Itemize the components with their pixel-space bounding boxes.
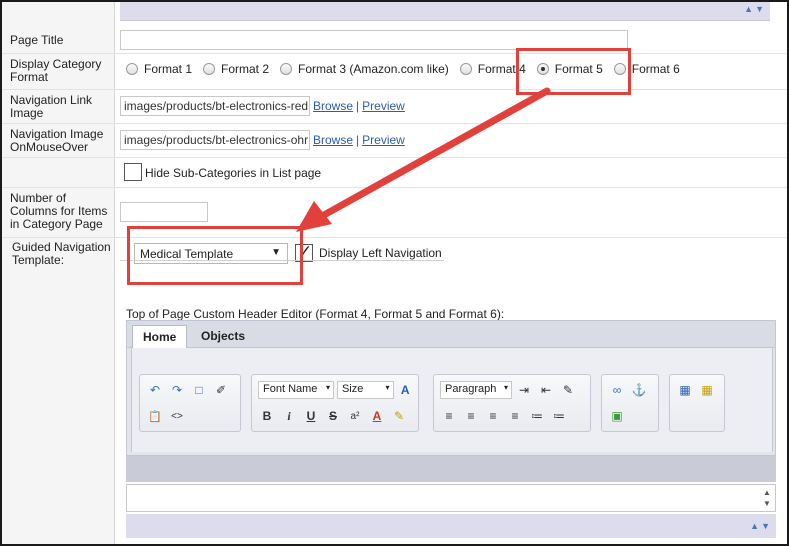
anchor-icon[interactable]: ⚓	[630, 381, 648, 399]
clipboard-group: ↶ ↷ □ ✐ 📋 <>	[139, 374, 241, 432]
indent-icon[interactable]: ⇥	[515, 381, 533, 399]
select-all-icon[interactable]: □	[190, 381, 208, 399]
editor-content-area[interactable]	[126, 484, 776, 512]
align-left-icon[interactable]: ≡	[440, 407, 458, 425]
editor-bottom-strip: ▲▼	[126, 514, 776, 538]
paragraph-group: Paragraph ▾ ⇥ ⇤ ✎ ≡ ≡ ≡ ≡ ≔ ≔	[433, 374, 591, 432]
undo-icon[interactable]: ↶	[146, 381, 164, 399]
insert-group: ∞ ⚓ ▣	[601, 374, 659, 432]
editor-title: Top of Page Custom Header Editor (Format…	[126, 307, 505, 321]
redo-icon[interactable]: ↷	[168, 381, 186, 399]
italic-icon[interactable]: i	[280, 407, 298, 425]
justify-icon[interactable]: ≡	[506, 407, 524, 425]
text-color-icon[interactable]: A	[397, 381, 414, 399]
font-name-select[interactable]: Font Name ▾	[258, 381, 334, 399]
format-edit-icon[interactable]: ✎	[559, 381, 577, 399]
app-frame: ▲▼ Page Title Display Category Format Fo…	[0, 0, 789, 546]
font-group: Font Name ▾ Size ▾ A B i U S a² A ✎	[251, 374, 419, 432]
ribbon-footer	[126, 456, 776, 482]
chevron-down-icon: ▾	[503, 383, 508, 392]
editor-ribbon: ↶ ↷ □ ✐ 📋 <> Font Name ▾ Size ▾ A B i U …	[126, 348, 776, 456]
link-icon[interactable]: ∞	[608, 381, 626, 399]
scroll-arrows[interactable]: ▲▼	[750, 521, 772, 531]
paragraph-select[interactable]: Paragraph ▾	[440, 381, 512, 399]
font-size-select[interactable]: Size ▾	[336, 381, 394, 399]
bold-icon[interactable]: B	[258, 407, 276, 425]
font-color-icon[interactable]: A	[368, 407, 386, 425]
align-center-icon[interactable]: ≡	[462, 407, 480, 425]
unordered-list-icon[interactable]: ≔	[550, 407, 568, 425]
tab-home[interactable]: Home	[132, 325, 188, 349]
table-edit-icon[interactable]: ▦	[698, 381, 716, 399]
table-group: ▦ ▦	[669, 374, 725, 432]
chevron-down-icon: ▾	[385, 383, 390, 392]
superscript-icon[interactable]: a²	[346, 407, 364, 425]
outdent-icon[interactable]: ⇤	[537, 381, 555, 399]
html-icon[interactable]: <>	[168, 407, 186, 425]
header-editor: Home Objects ↶ ↷ □ ✐ 📋 <> Font Name ▾ Si…	[126, 320, 776, 538]
chevron-down-icon: ▾	[325, 383, 330, 392]
editor-tabs: Home Objects	[126, 320, 776, 349]
content-scroll-arrows[interactable]: ▲ ▼	[763, 487, 774, 509]
ordered-list-icon[interactable]: ≔	[528, 407, 546, 425]
image-icon[interactable]: ▣	[608, 407, 626, 425]
highlight-icon[interactable]: ✎	[390, 407, 408, 425]
underline-icon[interactable]: U	[302, 407, 320, 425]
table-icon[interactable]: ▦	[676, 381, 694, 399]
strikethrough-icon[interactable]: S	[324, 407, 342, 425]
paste-icon[interactable]: 📋	[146, 407, 164, 425]
eraser-icon[interactable]: ✐	[212, 381, 230, 399]
tab-objects[interactable]: Objects	[191, 325, 255, 349]
align-right-icon[interactable]: ≡	[484, 407, 502, 425]
